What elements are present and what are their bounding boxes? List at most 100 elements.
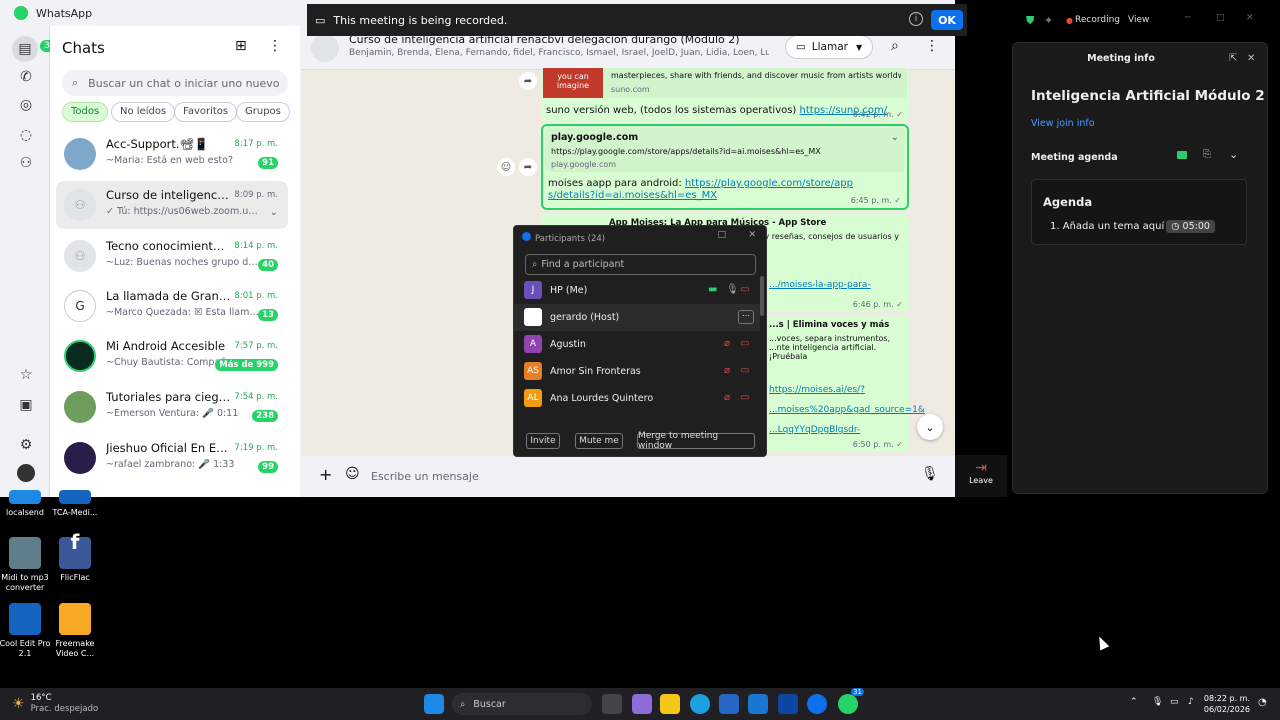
start-windows-icon[interactable]	[424, 694, 444, 714]
calls-icon[interactable]: ✆	[15, 66, 37, 88]
participant-row-host[interactable]: gerardo (Host) ⋯	[514, 304, 760, 331]
status-icon[interactable]: ◎	[15, 94, 37, 116]
video-off-icon[interactable]: ▭	[740, 284, 749, 295]
profile-avatar[interactable]	[17, 464, 35, 482]
recording-label[interactable]: Recording	[1075, 15, 1120, 25]
menu-icon[interactable]: ⋮	[268, 38, 282, 54]
outlook-icon[interactable]	[748, 694, 768, 714]
info-icon[interactable]: i	[909, 12, 923, 26]
chevron-down-icon[interactable]: ⌄	[891, 132, 899, 143]
filter-favorites[interactable]: Favoritos	[174, 102, 238, 122]
whatsapp-window: WhatsApp ▤31 ✆ ◎ ◌ ⚇ ☆ ▣ ⚙ Chats ⊞ ⋮ ⌕ B…	[0, 0, 955, 497]
attach-plus-icon[interactable]: +	[319, 465, 332, 484]
emoji-icon[interactable]: ☺	[345, 466, 360, 482]
microphone-icon[interactable]: 🎙	[921, 466, 939, 482]
zoom-top-bar: ⛊ ✦ ● Recording View ─ □ ✕	[1010, 4, 1280, 36]
microphone-icon[interactable]: 🎙	[1152, 697, 1163, 707]
link-preview[interactable]: play.google.com https://play.google.com/…	[545, 128, 905, 172]
weather-widget[interactable]: ☀ 16°C Prac. despejado	[12, 693, 98, 715]
close-icon[interactable]: ✕	[1246, 13, 1254, 23]
filter-all[interactable]: Todos	[62, 102, 109, 122]
task-view-icon[interactable]	[602, 694, 622, 714]
forward-icon[interactable]: ➦	[519, 72, 537, 90]
link-preview[interactable]: you can imagine masterpieces, share with…	[543, 68, 907, 98]
message-bubble: you can imagine masterpieces, share with…	[541, 68, 909, 122]
minimize-icon[interactable]: ─	[1185, 13, 1190, 23]
participant-row[interactable]: AS Amor Sin Fronteras ⌀ ▭	[514, 358, 760, 385]
chat-item[interactable]: Mi Android Accesible ~Chuy Bautista: Com…	[56, 332, 288, 380]
chat-item[interactable]: ⚇ Tecno conocimiento TCA ~Luz: Buenas no…	[56, 232, 288, 280]
chat-name: Curso de inteligencia artifi...	[106, 188, 231, 202]
channels-icon[interactable]: ◌	[15, 124, 37, 146]
desktop-icon-freemake[interactable]: Freemake Video C...	[45, 603, 105, 659]
whatsapp-taskbar-icon[interactable]: 31	[838, 688, 864, 714]
network-icon[interactable]: ▭	[1170, 697, 1179, 707]
message-input[interactable]: Escribe un mensaje	[371, 470, 479, 483]
agenda-item[interactable]: 1. Añada un tema aquí ◷ 05:00	[1050, 220, 1215, 233]
participant-search-input[interactable]: ⌕ Find a participant	[525, 254, 756, 275]
emoji-react-icon[interactable]: ☺	[497, 158, 515, 176]
file-explorer-icon[interactable]	[660, 694, 680, 714]
more-options-icon[interactable]: ⋯	[738, 310, 754, 324]
filter-unread[interactable]: No leídos	[111, 102, 176, 122]
date: 06/02/2026	[1203, 705, 1250, 714]
chat-item[interactable]: G La llamada de Grandes Jo... ~Marco Que…	[56, 282, 288, 330]
chats-icon[interactable]: ▤31	[12, 36, 60, 62]
scroll-down-button[interactable]: ⌄	[917, 414, 943, 440]
scrollbar[interactable]	[760, 276, 764, 316]
chat-item-selected[interactable]: ⚇ Curso de inteligencia artifi... ✓ Tú: …	[56, 181, 288, 229]
view-button[interactable]: View	[1128, 15, 1149, 25]
chat-item[interactable]: Acc-Support.📽📱 ~Maria: Está en web esto?…	[56, 130, 288, 178]
ai-sparkle-icon[interactable]: ✦	[1044, 14, 1053, 27]
chevron-up-icon[interactable]: ⌃	[1130, 697, 1138, 707]
search-placeholder: Find a participant	[541, 259, 625, 270]
participant-name: Ana Lourdes Quintero	[550, 393, 654, 404]
message-link[interactable]: https://moises.ai/es/? ...moises%20app&g…	[769, 380, 925, 440]
microphone-icon[interactable]: 🎙	[726, 284, 739, 295]
notifications-icon[interactable]: ◔	[1258, 697, 1267, 708]
store-icon[interactable]	[719, 694, 739, 714]
call-button[interactable]: ▭ Llamar ▼	[785, 35, 873, 59]
app-icon[interactable]	[778, 694, 798, 714]
search-icon[interactable]: ⌕	[891, 38, 899, 54]
zoom-taskbar-icon[interactable]	[807, 694, 827, 714]
unread-count: 40	[258, 259, 278, 271]
desktop-icon-tca[interactable]: TCA-Medi...	[45, 490, 105, 518]
mute-me-button[interactable]: Mute me	[575, 433, 623, 449]
taskbar-search[interactable]: ⌕ Buscar	[452, 693, 592, 715]
merge-window-button[interactable]: Merge to meeting window	[637, 431, 755, 451]
participant-row[interactable]: AL Ana Lourdes Quintero ⌀ ▭	[514, 385, 760, 412]
new-chat-icon[interactable]: ⊞	[235, 38, 247, 54]
edge-icon[interactable]	[690, 694, 710, 714]
starred-icon[interactable]: ☆	[15, 364, 37, 386]
invite-button[interactable]: Invite	[526, 433, 560, 449]
communities-icon[interactable]: ⚇	[15, 152, 37, 174]
volume-icon[interactable]: ♪	[1188, 697, 1194, 707]
desktop-icon-flicflac[interactable]: f FlicFlac	[45, 532, 105, 583]
ok-button[interactable]: OK	[931, 10, 963, 30]
clock[interactable]: 08:22 p. m. 06/02/2026	[1204, 693, 1250, 715]
chevron-down-icon[interactable]: ⌄	[1229, 148, 1238, 161]
agenda-edit-icon[interactable]: ⎘	[1203, 149, 1211, 160]
chat-item[interactable]: Tutoriales para ciegos ~Emerson Ventura:…	[56, 383, 288, 431]
leave-button[interactable]: ⇥ Leave	[955, 455, 1007, 497]
chevron-down-icon[interactable]: ⌄	[270, 207, 278, 218]
chat-item[interactable]: Jieshuo Oficial En Español ~rafael zambr…	[56, 434, 288, 482]
participant-row[interactable]: J HP (Me) ▬ 🎙 ▭	[514, 277, 760, 304]
message-link[interactable]: .../moises-la-app-para-	[769, 280, 871, 290]
media-icon[interactable]: ▣	[15, 394, 37, 416]
message-time: 6:50 p. m. ✓	[852, 440, 903, 449]
forward-icon[interactable]: ➦	[519, 158, 537, 176]
maximize-icon[interactable]: □	[717, 230, 726, 240]
copilot-icon[interactable]	[632, 694, 652, 714]
chat-search-input[interactable]: ⌕ Buscar un chat o iniciar uno nuevo	[62, 70, 288, 96]
filter-groups[interactable]: Grupos	[236, 102, 290, 122]
maximize-icon[interactable]: □	[1216, 13, 1225, 23]
participant-row[interactable]: A Agustin ⌀ ▭	[514, 331, 760, 358]
menu-icon[interactable]: ⋮	[925, 38, 939, 54]
popout-icon[interactable]: ⇱	[1229, 53, 1237, 64]
view-join-info-link[interactable]: View join info	[1031, 118, 1095, 129]
close-icon[interactable]: ✕	[1247, 53, 1255, 64]
close-icon[interactable]: ✕	[748, 230, 756, 240]
settings-gear-icon[interactable]: ⚙	[15, 434, 37, 456]
